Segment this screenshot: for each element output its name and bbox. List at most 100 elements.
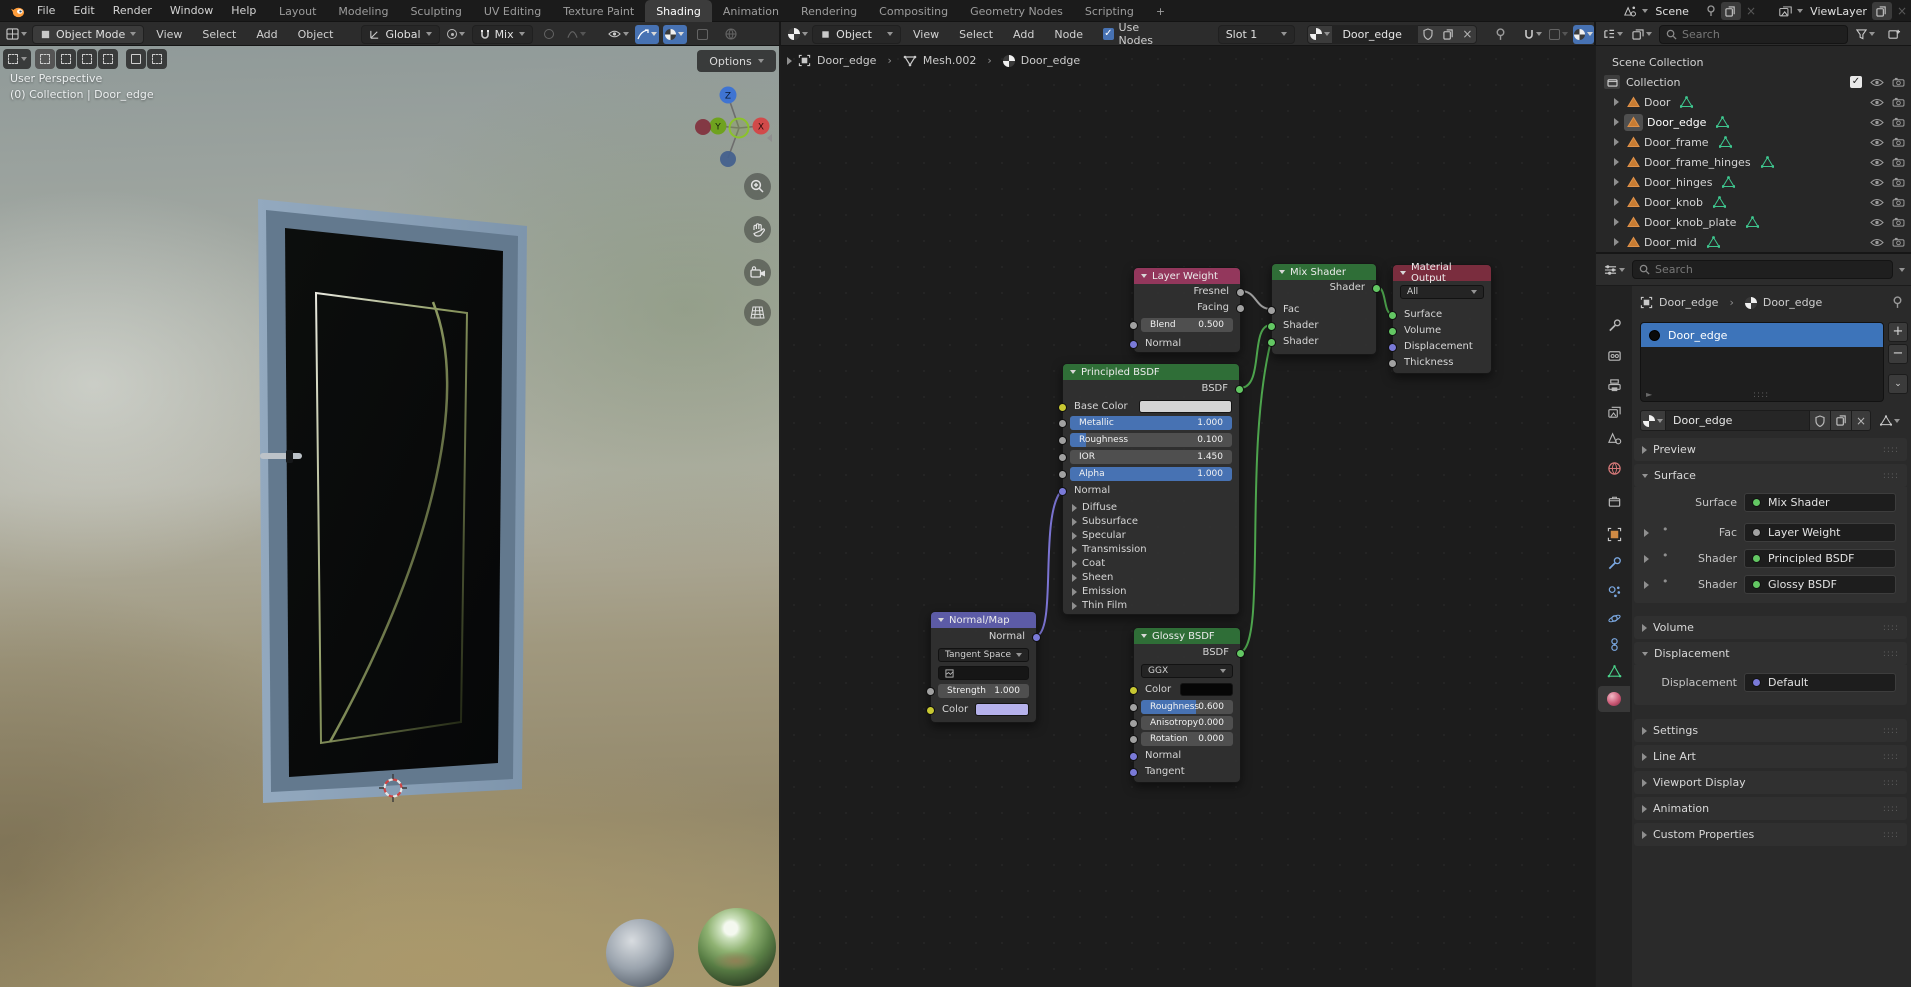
pin-icon[interactable]	[1706, 5, 1716, 17]
select-mode-new-button[interactable]	[35, 49, 55, 69]
collapse-icon[interactable]	[1400, 271, 1406, 275]
eye-icon[interactable]	[1870, 158, 1884, 167]
viewport-menu-view[interactable]: View	[148, 28, 190, 41]
camera-icon[interactable]	[1892, 217, 1905, 227]
socket-input-thickness[interactable]	[1388, 359, 1397, 368]
node-header[interactable]: Mix Shader	[1272, 264, 1376, 280]
socket-input-roughness[interactable]	[1129, 703, 1138, 712]
material-name-field[interactable]: Door_edge	[1332, 24, 1419, 44]
editor-type-properties-button[interactable]	[1602, 260, 1626, 279]
section-thin-film[interactable]: Thin Film	[1063, 599, 1239, 613]
outliner-row-door-frame-hinges[interactable]: Door_frame_hinges	[1596, 152, 1911, 172]
select-mode-extend-button[interactable]	[56, 49, 76, 69]
browse-material-icon[interactable]	[1640, 410, 1666, 431]
remove-viewlayer-icon[interactable]: ×	[1897, 5, 1907, 17]
panel-drag-handle[interactable]: ::::	[1883, 830, 1899, 840]
panel-settings[interactable]: Settings ::::	[1634, 719, 1907, 742]
socket-input-anisotropy[interactable]	[1129, 719, 1138, 728]
tab-sculpting[interactable]: Sculpting	[399, 0, 472, 22]
shader-menu-view[interactable]: View	[905, 28, 947, 41]
socket-input-volume[interactable]	[1388, 327, 1397, 336]
socket-input-roughness[interactable]	[1058, 436, 1067, 445]
outliner-search[interactable]	[1659, 24, 1848, 44]
section-transmission[interactable]: Transmission	[1063, 543, 1239, 557]
tab-uv-editing[interactable]: UV Editing	[473, 0, 552, 22]
camera-icon[interactable]	[1892, 237, 1905, 247]
socket-output-fresnel[interactable]	[1236, 288, 1245, 297]
node-header[interactable]: Material Output	[1393, 262, 1491, 284]
outliner-row-scene-collection[interactable]: Scene Collection	[1596, 52, 1911, 72]
expand-icon[interactable]	[1614, 218, 1619, 226]
camera-view-button[interactable]	[744, 259, 771, 286]
material-slot-list[interactable]: Door_edge ► ::::	[1640, 322, 1884, 402]
overlays-toggle[interactable]	[662, 24, 687, 44]
unlink-material-icon[interactable]: ×	[1852, 410, 1871, 431]
outliner-search-input[interactable]	[1682, 27, 1841, 41]
socket-input-base-color[interactable]	[1058, 403, 1067, 412]
viewport-menu-add[interactable]: Add	[248, 28, 285, 41]
unlink-scene-icon[interactable]: ×	[1746, 5, 1756, 17]
collapse-icon[interactable]	[938, 618, 944, 622]
panel-drag-handle[interactable]: ::::	[1883, 445, 1899, 455]
properties-options-icon[interactable]	[1899, 267, 1905, 272]
tab-constraints[interactable]	[1598, 631, 1630, 657]
eye-icon[interactable]	[1870, 238, 1884, 247]
material-slot-selected[interactable]: Door_edge	[1641, 323, 1883, 347]
gizmos-toggle[interactable]	[634, 24, 659, 44]
ior-field[interactable]: IOR 1.450	[1070, 450, 1232, 464]
panel-drag-handle[interactable]: ::::	[1883, 623, 1899, 633]
panel-drag-handle[interactable]: ::::	[1883, 778, 1899, 788]
blend-field[interactable]: Blend 0.500	[1141, 318, 1233, 332]
tab-rendering[interactable]: Rendering	[790, 0, 868, 22]
panel-drag-handle[interactable]: ::::	[1883, 471, 1899, 481]
use-nodes-checkbox[interactable]: ✓ Use Nodes	[1103, 21, 1170, 47]
fac-value-field[interactable]: Layer Weight	[1744, 523, 1896, 542]
tab-modeling[interactable]: Modeling	[327, 0, 399, 22]
options-button[interactable]: Options	[697, 50, 776, 72]
proportional-editing-icon[interactable]	[537, 25, 561, 44]
target-dropdown[interactable]: All	[1400, 285, 1484, 299]
pivot-point-dropdown[interactable]	[444, 25, 468, 44]
eye-icon[interactable]	[1870, 198, 1884, 207]
xray-toggle[interactable]	[691, 25, 715, 44]
collapse-icon[interactable]	[1141, 634, 1147, 638]
metallic-slider[interactable]: Metallic 1.000	[1070, 416, 1232, 430]
breadcrumb-object[interactable]: Door_edge	[1659, 296, 1718, 309]
tab-scripting[interactable]: Scripting	[1074, 0, 1145, 22]
tab-physics[interactable]	[1598, 605, 1630, 631]
displacement-value-field[interactable]: Default	[1744, 673, 1896, 692]
socket-input-normal[interactable]	[1129, 340, 1138, 349]
collapse-icon[interactable]	[1070, 370, 1076, 374]
link-fresnel-fac[interactable]	[1240, 290, 1272, 310]
eye-icon[interactable]	[1870, 218, 1884, 227]
add-slot-button[interactable]: +	[1888, 322, 1908, 342]
outliner-row-door-knob-plate[interactable]: Door_knob_plate	[1596, 212, 1911, 232]
node-header[interactable]: Normal/Map	[931, 612, 1036, 628]
surface-value-field[interactable]: Mix Shader	[1744, 493, 1896, 512]
remove-slot-button[interactable]: −	[1888, 344, 1908, 364]
overlap-icon[interactable]	[1548, 25, 1569, 44]
shader-overlays-toggle[interactable]	[1572, 24, 1594, 44]
panel-drag-handle[interactable]: ::::	[1883, 649, 1899, 659]
tab-geometry-nodes[interactable]: Geometry Nodes	[959, 0, 1074, 22]
transform-orientation-dropdown[interactable]: Global	[361, 24, 440, 44]
panel-drag-handle[interactable]: ::::	[1883, 804, 1899, 814]
node-glossy-bsdf[interactable]: Glossy BSDF BSDF GGX Color Roughness 0.60…	[1129, 627, 1245, 783]
socket-input-shader-1[interactable]	[1267, 322, 1276, 331]
shader-menu-node[interactable]: Node	[1046, 28, 1091, 41]
shader2-value-field[interactable]: Glossy BSDF	[1744, 575, 1896, 594]
socket-input-surface[interactable]	[1388, 311, 1397, 320]
socket-input-shader-2[interactable]	[1267, 338, 1276, 347]
expand-icon[interactable]	[1614, 98, 1619, 106]
panel-volume[interactable]: Volume ::::	[1634, 616, 1907, 639]
socket-input-normal[interactable]	[1058, 487, 1067, 496]
socket-input-color[interactable]	[1129, 686, 1138, 695]
falloff-dropdown[interactable]	[565, 25, 589, 44]
shader-menu-select[interactable]: Select	[951, 28, 1001, 41]
outliner-row-door-edge[interactable]: Door_edge	[1596, 112, 1911, 132]
node-header[interactable]: Layer Weight	[1134, 268, 1240, 284]
editor-type-outliner-button[interactable]	[1601, 25, 1625, 44]
socket-input-metallic[interactable]	[1058, 419, 1067, 428]
eye-icon[interactable]	[1870, 98, 1884, 107]
expand-icon[interactable]	[1614, 198, 1619, 206]
